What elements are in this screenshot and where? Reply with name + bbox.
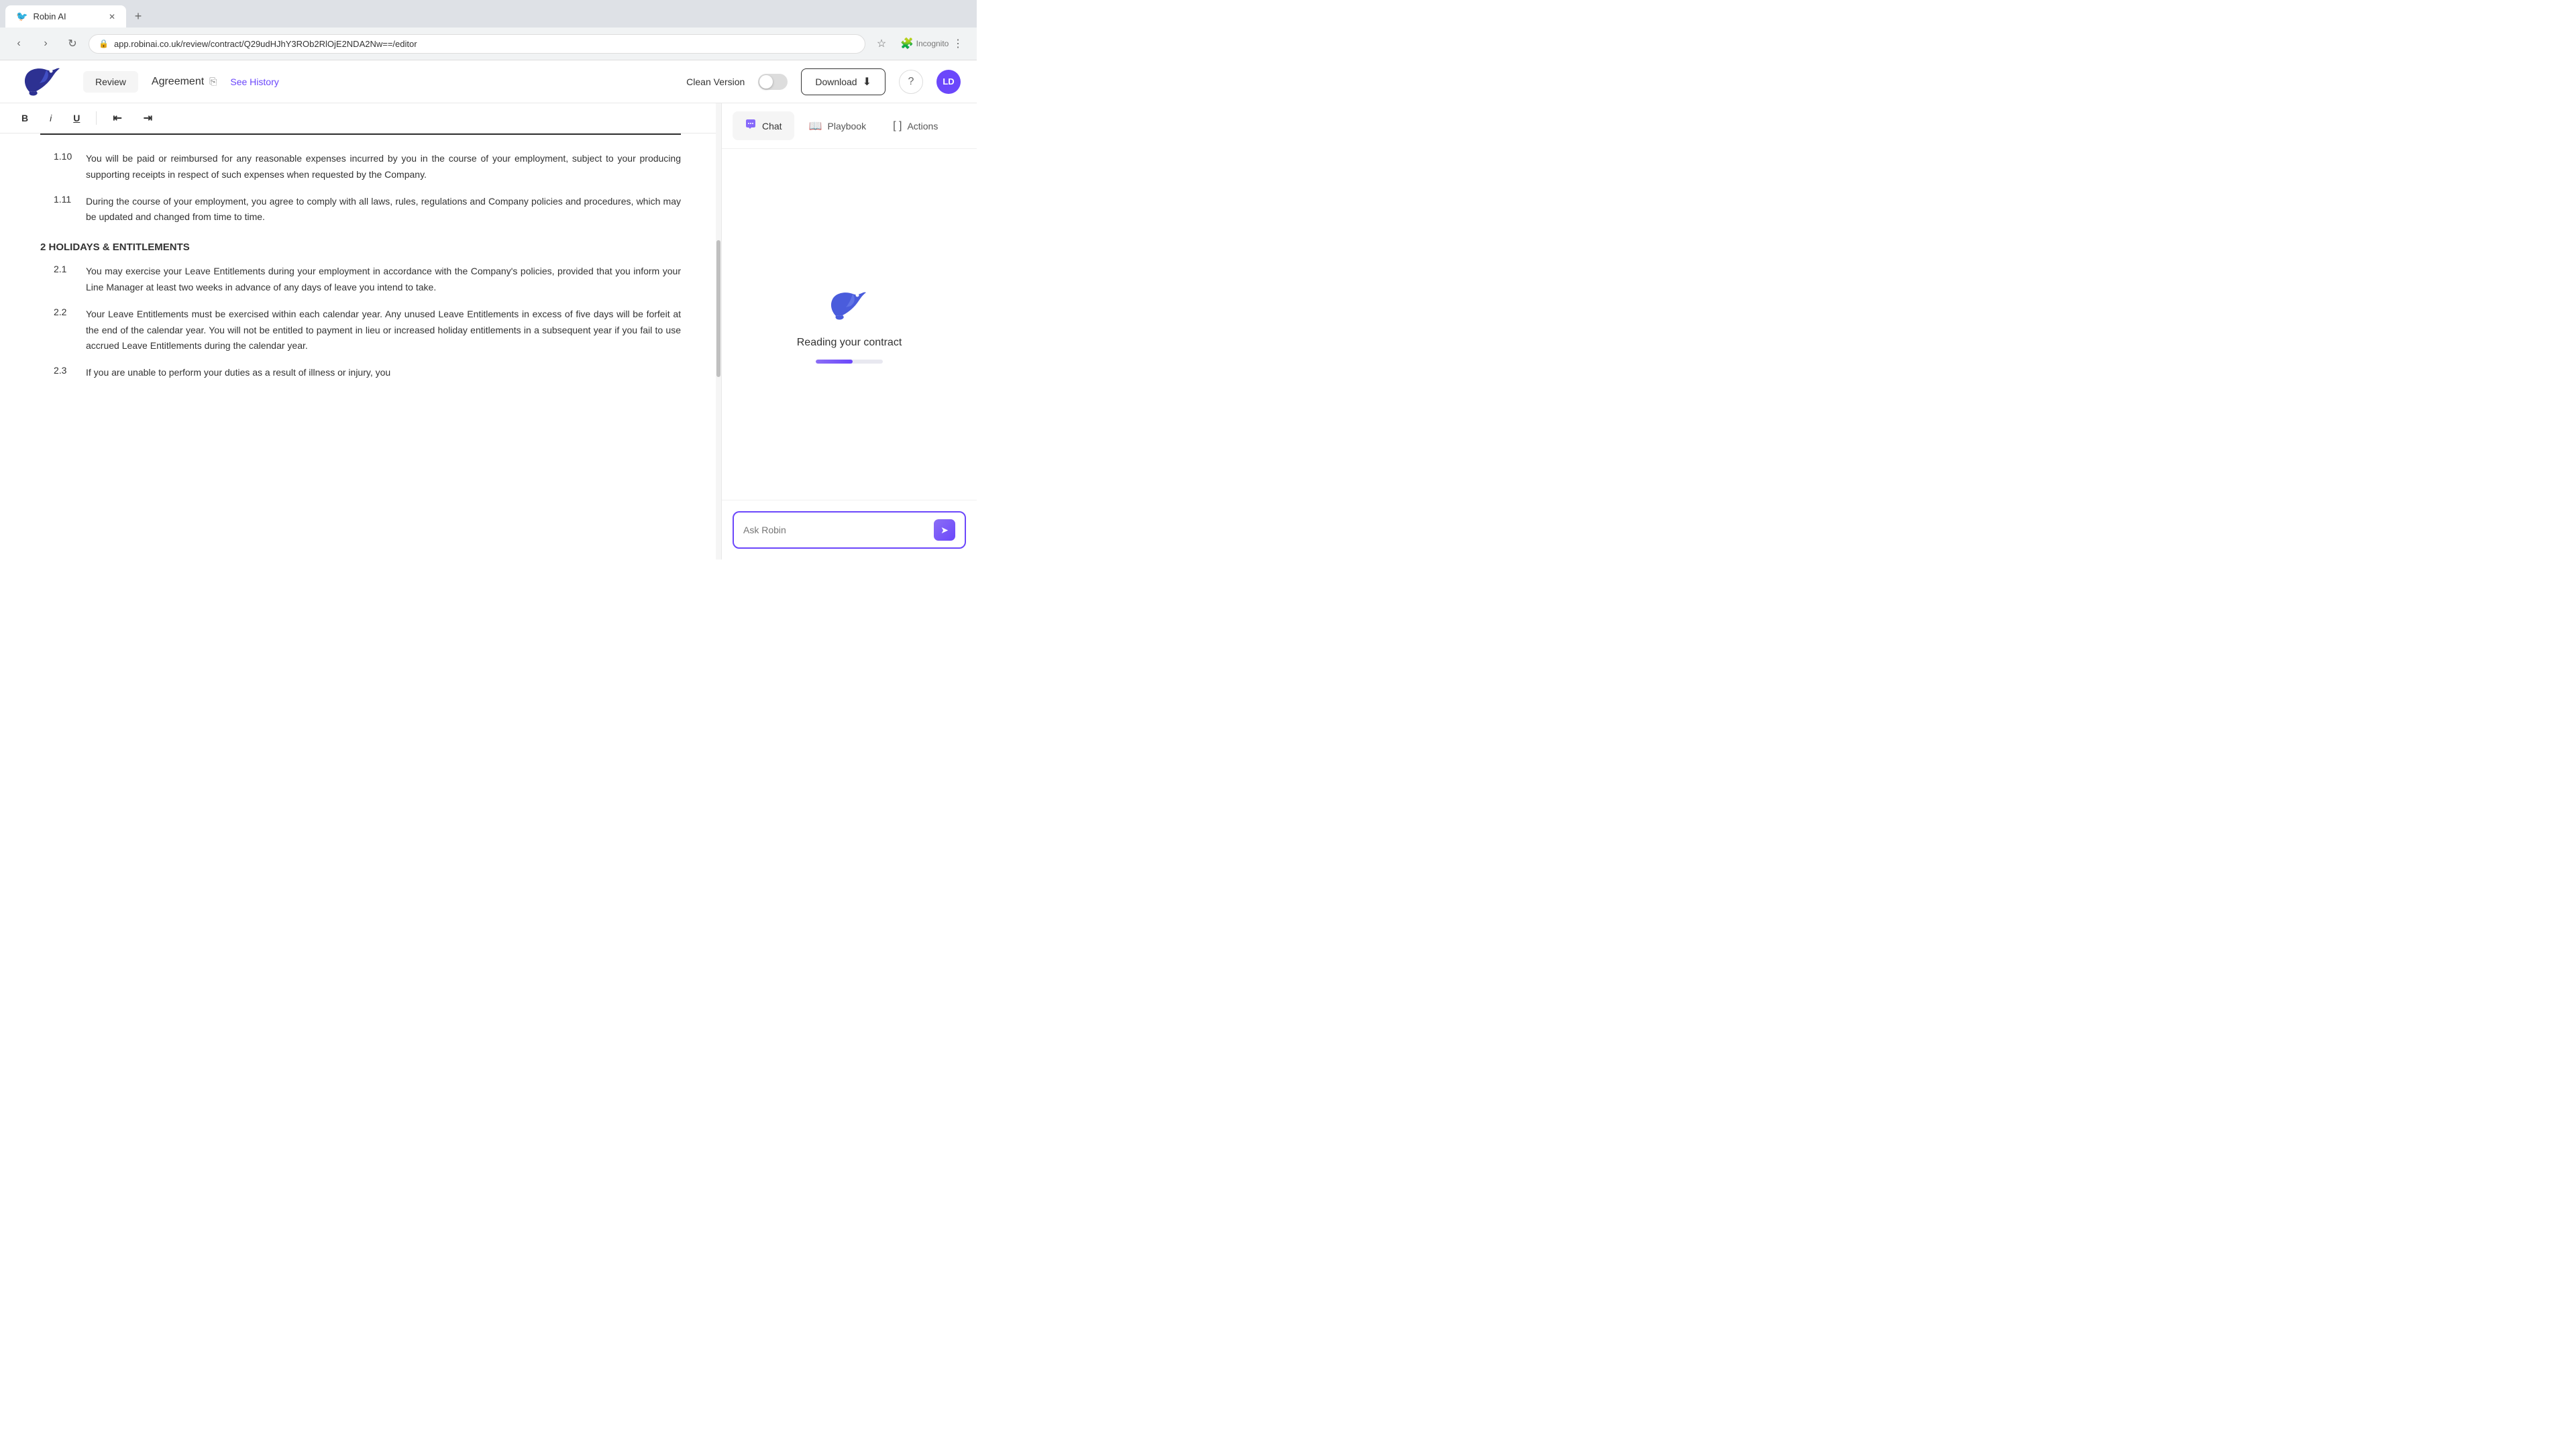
progress-bar — [816, 360, 883, 364]
clause-2-2-text: Your Leave Entitlements must be exercise… — [86, 307, 681, 354]
download-label: Download — [815, 76, 857, 87]
download-button[interactable]: Download ⬇ — [801, 68, 885, 95]
section-2-heading: 2 HOLIDAYS & ENTITLEMENTS — [40, 241, 681, 253]
underline-button[interactable]: U — [68, 110, 85, 126]
review-button[interactable]: Review — [83, 71, 138, 93]
scrollbar-track[interactable] — [716, 103, 721, 559]
chat-tab[interactable]: Chat — [733, 111, 794, 140]
nav-bar: ‹ › ↻ 🔒 app.robinai.co.uk/review/contrac… — [0, 28, 977, 60]
clause-2-3-num: 2.3 — [54, 365, 75, 381]
document-area: B i U ⇤ ⇥ 1.10 You will be paid or reimb… — [0, 103, 722, 559]
back-button[interactable]: ‹ — [8, 33, 30, 54]
clean-version-toggle[interactable] — [758, 74, 788, 90]
bold-button[interactable]: B — [16, 110, 34, 126]
extensions-button[interactable]: 🧩 — [896, 33, 918, 54]
reading-bird-icon — [822, 286, 876, 326]
nav-actions: ☆ 🧩 Incognito ⋮ — [871, 33, 969, 54]
logo — [16, 62, 70, 102]
see-history-button[interactable]: See History — [230, 76, 278, 87]
clause-2-3-text: If you are unable to perform your duties… — [86, 365, 390, 381]
clause-1-11-text: During the course of your employment, yo… — [86, 194, 681, 226]
actions-icon: [ ] — [893, 120, 902, 132]
reload-button[interactable]: ↻ — [62, 33, 83, 54]
help-button[interactable]: ? — [899, 70, 923, 94]
new-tab-button[interactable]: + — [129, 7, 148, 26]
indent-button[interactable]: ⇥ — [138, 109, 158, 127]
app-header: Review Agreement ⎘ See History Clean Ver… — [0, 60, 977, 103]
clause-2-1-text: You may exercise your Leave Entitlements… — [86, 264, 681, 296]
user-avatar[interactable]: LD — [936, 70, 961, 94]
clause-2-1: 2.1 You may exercise your Leave Entitlem… — [40, 264, 681, 296]
toolbar-divider — [96, 111, 97, 125]
ask-robin-input[interactable] — [743, 525, 928, 535]
browser-chrome: 🐦 Robin AI ✕ + ‹ › ↻ 🔒 app.robinai.co.uk… — [0, 0, 977, 60]
ask-robin-input-wrap[interactable]: ➤ — [733, 511, 966, 549]
actions-tab[interactable]: [ ] Actions — [881, 113, 950, 139]
lock-icon: 🔒 — [99, 39, 109, 48]
incognito-label: Incognito — [916, 39, 949, 48]
clause-2-2-num: 2.2 — [54, 307, 75, 354]
reading-text: Reading your contract — [797, 337, 902, 349]
clause-1-10: 1.10 You will be paid or reimbursed for … — [40, 151, 681, 183]
panel-tabs: Chat 📖 Playbook [ ] Actions — [722, 103, 977, 149]
document-toolbar: B i U ⇤ ⇥ — [0, 103, 721, 133]
tab-close-button[interactable]: ✕ — [109, 12, 115, 21]
main-layout: B i U ⇤ ⇥ 1.10 You will be paid or reimb… — [0, 103, 977, 559]
chat-icon — [745, 118, 757, 133]
outdent-button[interactable]: ⇤ — [107, 109, 127, 127]
ask-robin-send-button[interactable]: ➤ — [934, 519, 955, 541]
clause-2-3-partial: 2.3 If you are unable to perform your du… — [40, 365, 681, 381]
clause-2-2: 2.2 Your Leave Entitlements must be exer… — [40, 307, 681, 354]
tab-favicon: 🐦 — [16, 11, 28, 22]
italic-button[interactable]: i — [44, 110, 57, 126]
bookmark-button[interactable]: ☆ — [871, 33, 892, 54]
download-icon: ⬇ — [863, 75, 871, 89]
playbook-tab[interactable]: 📖 Playbook — [797, 113, 879, 140]
send-icon: ➤ — [941, 525, 949, 536]
panel-reading-content: Reading your contract — [722, 149, 977, 500]
progress-bar-fill — [816, 360, 853, 364]
menu-button[interactable]: ⋮ — [947, 33, 969, 54]
scrollbar-thumb[interactable] — [716, 240, 720, 377]
ask-robin-container: ➤ — [722, 500, 977, 559]
clause-1-10-text: You will be paid or reimbursed for any r… — [86, 151, 681, 183]
clause-1-10-num: 1.10 — [54, 151, 75, 183]
url-text: app.robinai.co.uk/review/contract/Q29udH… — [114, 39, 855, 49]
clean-version-label: Clean Version — [686, 76, 745, 87]
active-tab: 🐦 Robin AI ✕ — [5, 5, 126, 28]
chat-tab-label: Chat — [762, 121, 782, 131]
agreement-title: Agreement ⎘ — [152, 76, 217, 88]
actions-tab-label: Actions — [907, 121, 938, 131]
clause-1-11: 1.11 During the course of your employmen… — [40, 194, 681, 226]
tab-bar: 🐦 Robin AI ✕ + — [0, 0, 977, 28]
robin-logo — [16, 62, 70, 102]
agreement-label: Agreement — [152, 76, 204, 88]
document-content[interactable]: 1.10 You will be paid or reimbursed for … — [0, 135, 721, 559]
playbook-icon: 📖 — [809, 119, 822, 133]
clause-2-1-num: 2.1 — [54, 264, 75, 296]
incognito-button: Incognito — [922, 33, 943, 54]
playbook-tab-label: Playbook — [828, 121, 867, 131]
clause-1-11-num: 1.11 — [54, 194, 75, 226]
address-bar[interactable]: 🔒 app.robinai.co.uk/review/contract/Q29u… — [89, 34, 865, 54]
copy-icon[interactable]: ⎘ — [209, 76, 217, 87]
right-panel: Chat 📖 Playbook [ ] Actions Reading your… — [722, 103, 977, 559]
tab-title: Robin AI — [33, 11, 66, 21]
forward-button[interactable]: › — [35, 33, 56, 54]
